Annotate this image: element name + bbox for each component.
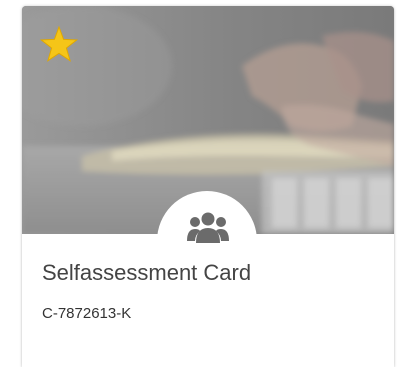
card-code: C-7872613-K [42, 305, 132, 322]
favorite-star-icon[interactable] [40, 26, 78, 62]
card-title[interactable]: Selfassessment Card [42, 260, 251, 286]
selfassessment-card[interactable]: Selfassessment Card C-7872613-K [22, 6, 394, 367]
users-group-icon [187, 211, 229, 245]
